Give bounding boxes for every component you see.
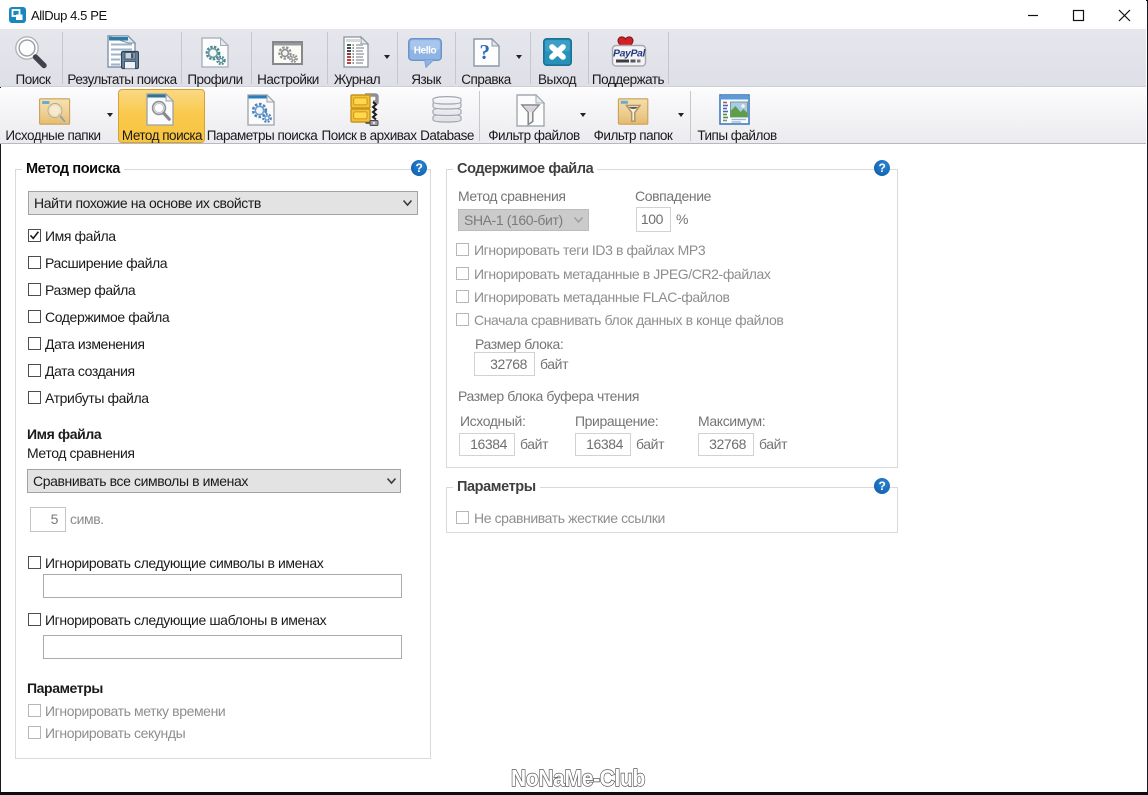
svg-text:NoNaMe-Club: NoNaMe-Club	[511, 765, 645, 791]
svg-text:Hello: Hello	[414, 46, 437, 57]
svg-text:?: ?	[479, 40, 489, 64]
svg-text:PayPal: PayPal	[613, 48, 647, 60]
